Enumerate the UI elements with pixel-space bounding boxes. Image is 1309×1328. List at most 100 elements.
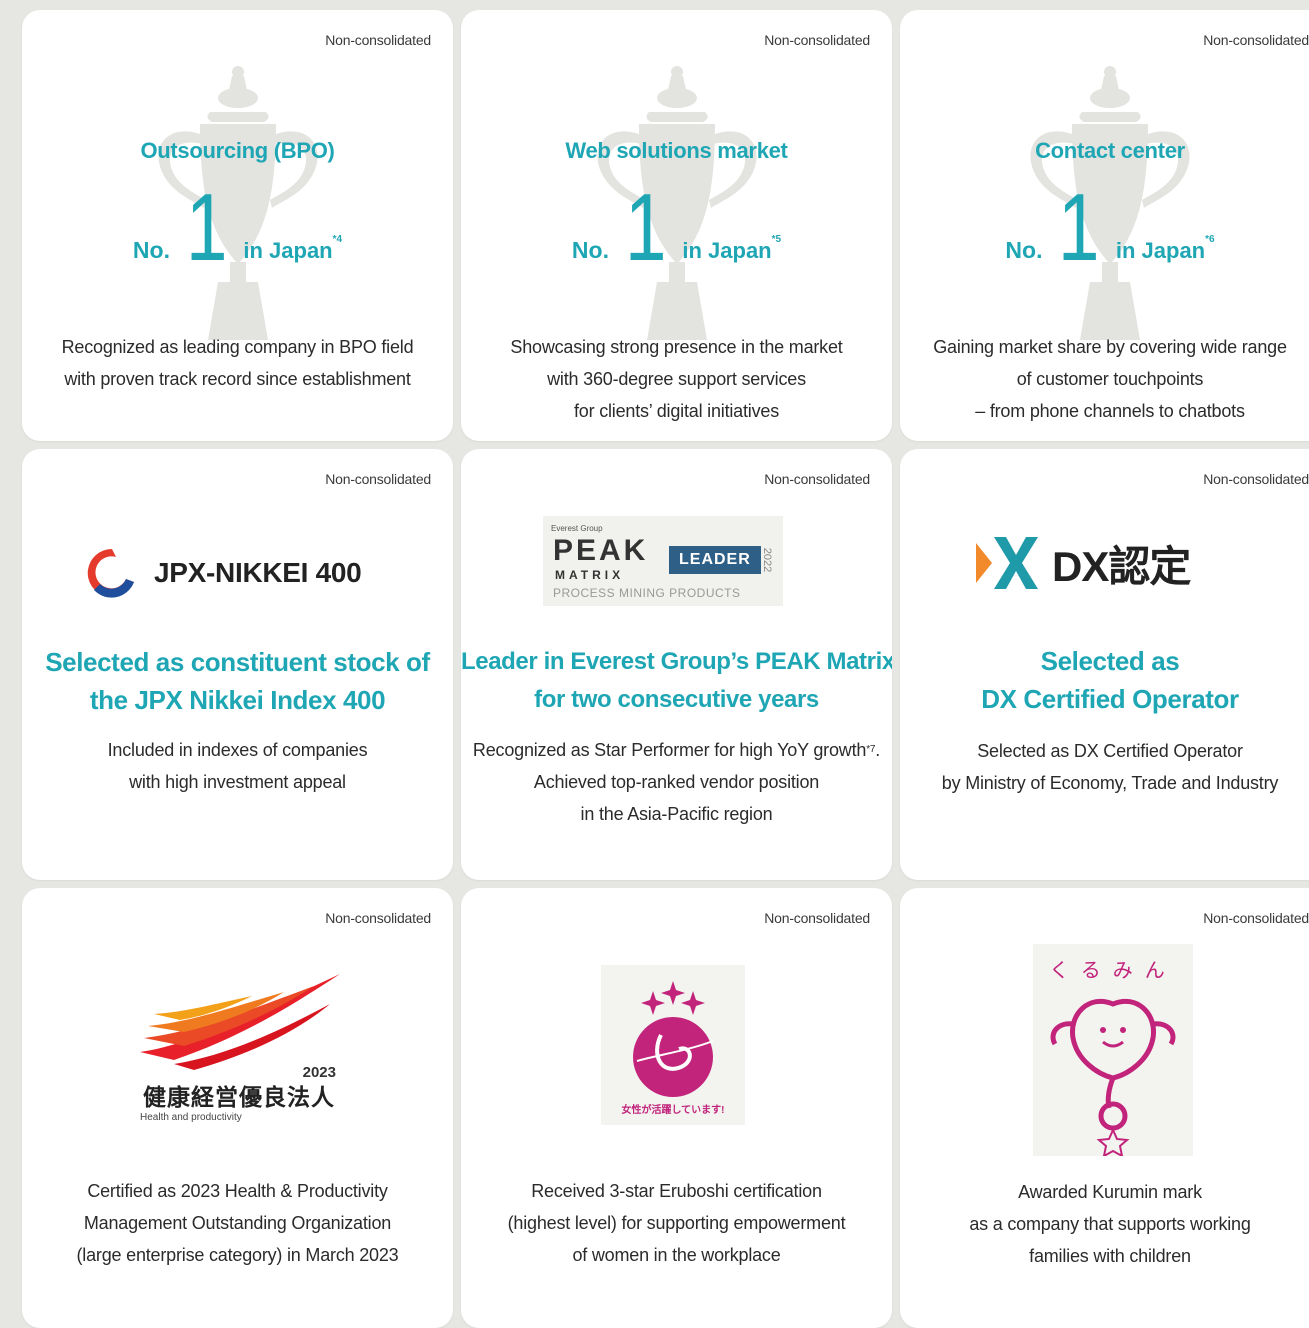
peak-matrix-logo: Everest Group PEAK MATRIX LEADER 2022 PR… [543, 516, 783, 606]
card-description: Awarded Kurumin mark as a company that s… [900, 1176, 1309, 1272]
category-title: Contact center [1035, 138, 1185, 163]
scope-tag: Non-consolidated [325, 471, 431, 487]
card-title: Selected as DX Certified Operator [900, 642, 1309, 718]
category-title: Web solutions market [565, 138, 788, 163]
card-description: Selected as DX Certified Operator by Min… [900, 735, 1309, 799]
kurumin-logo: くるみん [1033, 944, 1193, 1156]
title-line: Selected as constituent stock of [45, 647, 430, 677]
jpx-nikkei-logo-text: JPX-NIKKEI 400 [154, 557, 362, 588]
desc-line: Management Outstanding Organization [83, 1213, 392, 1233]
rank-suffix-text: in Japan [243, 238, 333, 263]
desc-line: Showcasing strong presence in the market [510, 337, 843, 357]
scope-tag: Non-consolidated [764, 471, 870, 487]
scope-tag: Non-consolidated [1203, 910, 1309, 926]
rank-suffix-text: in Japan [682, 238, 772, 263]
rank-no-label: No. [132, 237, 170, 263]
desc-line: of customer touchpoints [1016, 369, 1204, 389]
ribbon-wing-icon [140, 974, 340, 1070]
scope-tag: Non-consolidated [325, 32, 431, 48]
desc-line: with high investment appeal [129, 772, 346, 792]
rank-no-label: No. [571, 237, 609, 263]
leader-badge: LEADER [669, 546, 761, 574]
desc-line-text: Recognized as Star Performer for high Yo… [472, 740, 867, 760]
desc-line: Selected as DX Certified Operator [977, 741, 1243, 761]
rank-suffix: in Japan*6 [1115, 234, 1215, 264]
desc-line: Recognized as leading company in BPO fie… [61, 337, 414, 357]
desc-line: families with children [1029, 1246, 1191, 1266]
rank-number: 1 [1058, 174, 1101, 281]
title-line: the JPX Nikkei Index 400 [89, 685, 386, 715]
desc-line: as a company that supports working [969, 1214, 1251, 1234]
desc-line: – from phone channels to chatbots [975, 401, 1245, 421]
category-title: Outsourcing (BPO) [140, 138, 335, 163]
desc-line: by Ministry of Economy, Trade and Indust… [941, 773, 1279, 793]
desc-line: for clients’ digital initiatives [573, 401, 780, 421]
desc-line: Certified as 2023 Health & Productivity [87, 1181, 388, 1201]
rank-number: 1 [624, 174, 667, 281]
card-title: Selected as constituent stock of the JPX… [22, 643, 453, 719]
health-productivity-logo: 2023 健康経営優良法人 Health and productivity [134, 974, 344, 1134]
footnote-mark: *7 [866, 744, 876, 755]
dx-mark-icon [976, 537, 1038, 589]
card-description: Included in indexes of companies with hi… [22, 734, 453, 798]
rank-no-label: No. [1005, 237, 1043, 263]
rank-number: 1 [185, 174, 228, 281]
award-card-jpx-nikkei: Non-consolidated JPX-NIKKEI 400 Selected… [22, 449, 453, 880]
title-line: for two consecutive years [534, 686, 819, 713]
award-card-dx-certified: Non-consolidated DX認定 Selected as DX Cer… [900, 449, 1309, 880]
card-description: Recognized as Star Performer for high Yo… [461, 734, 892, 830]
desc-line: Awarded Kurumin mark [1018, 1182, 1202, 1202]
desc-line: Recognized as Star Performer for high Yo… [461, 734, 892, 766]
award-card-eruboshi: Non-consolidated 女性が活躍しています! Received 3-… [461, 888, 892, 1328]
kurumin-mark-icon [1050, 998, 1176, 1156]
desc-line: Achieved top-ranked vendor position [533, 772, 820, 792]
jpx-nikkei-logo: JPX-NIKKEI 400 [84, 545, 362, 601]
desc-line: with 360-degree support services [547, 369, 806, 389]
title-line-text: Leader in Everest Group’s PEAK Matrix [461, 648, 892, 675]
award-card-kurumin: Non-consolidated くるみん Awarded Kurumin ma… [900, 888, 1309, 1328]
footnote-mark: *6 [1205, 234, 1215, 245]
card-description: Gaining market share by covering wide ra… [900, 331, 1309, 427]
desc-line-end: . [875, 740, 881, 760]
desc-line: (large enterprise category) in March 202… [76, 1245, 399, 1265]
matrix-label: MATRIX [555, 568, 625, 582]
award-card-bpo: Non-consolidated Outsourcing (BPO) No. 1 i… [22, 10, 453, 441]
title-line: DX Certified Operator [981, 684, 1239, 714]
dx-certified-logo: DX認定 [976, 531, 1191, 595]
award-card-contact-center: Non-consolidated Contact center No. 1 in J… [900, 10, 1309, 441]
desc-line: Gaining market share by covering wide ra… [933, 337, 1287, 357]
footnote-mark: *4 [332, 234, 343, 245]
jpx-circle-icon [87, 548, 134, 598]
desc-line: Included in indexes of companies [107, 740, 368, 760]
desc-line: (highest level) for supporting empowerme… [507, 1213, 846, 1233]
card-description: Showcasing strong presence in the market… [461, 331, 892, 427]
health-logo-en: Health and productivity [140, 1112, 242, 1123]
scope-tag: Non-consolidated [1203, 32, 1309, 48]
desc-line: Received 3-star Eruboshi certification [531, 1181, 822, 1201]
desc-line: with proven track record since establish… [64, 369, 411, 389]
rank-badge: No. 1 in Japan*4 [22, 174, 453, 281]
health-logo-jp: 健康経営優良法人 [143, 1084, 335, 1111]
rank-suffix: in Japan*4 [243, 234, 342, 264]
footnote-mark: *5 [771, 234, 782, 245]
card-title: Leader in Everest Group’s PEAK Matrix® f… [461, 643, 892, 719]
eruboshi-logo: 女性が活躍しています! [601, 965, 745, 1125]
rank-suffix: in Japan*5 [682, 234, 781, 264]
card-description: Recognized as leading company in BPO fie… [22, 331, 453, 395]
card-description: Certified as 2023 Health & Productivity … [22, 1175, 453, 1271]
award-card-health-productivity: Non-consolidated 2023 健康経営優良法人 Health an… [22, 888, 453, 1328]
scope-tag: Non-consolidated [325, 910, 431, 926]
award-card-web: Non-consolidated Web solutions market No… [461, 10, 892, 441]
title-line: Leader in Everest Group’s PEAK Matrix® [461, 643, 892, 681]
rank-suffix-text: in Japan [1115, 238, 1206, 263]
peak-label: PEAK [553, 534, 649, 567]
peak-year-label: 2022 [761, 547, 774, 573]
card-description: Received 3-star Eruboshi certification (… [461, 1175, 892, 1271]
title-line: Selected as [1040, 646, 1180, 676]
scope-tag: Non-consolidated [764, 910, 870, 926]
eruboshi-arc-text: 女性が活躍しています! [621, 1105, 725, 1116]
award-card-peak-matrix: Non-consolidated Everest Group PEAK MATR… [461, 449, 892, 880]
dx-logo-text: DX認定 [1052, 542, 1191, 590]
process-mining-label: PROCESS MINING PRODUCTS [553, 586, 741, 600]
rank-badge: No. 1 in Japan*6 [900, 174, 1309, 281]
